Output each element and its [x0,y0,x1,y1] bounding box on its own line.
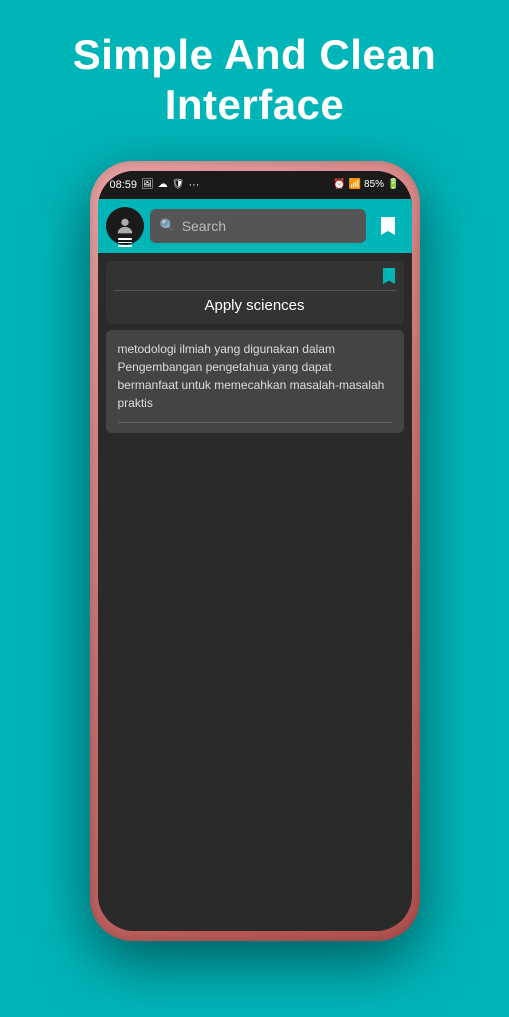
bookmark-button[interactable] [372,210,404,242]
bookmark-row [106,267,404,290]
signal-icon: 📶 [349,179,361,190]
search-box[interactable]: 🔍 Search [150,209,366,243]
description-text: metodologi ilmiah yang digunakan dalam P… [118,340,392,412]
person-icon [114,215,136,237]
dots-icon: ··· [188,179,199,191]
description-card: metodologi ilmiah yang digunakan dalam P… [106,330,404,433]
status-left: 08:59 🖼 ☁ 🛡 ··· [110,179,200,191]
image-icon: 🖼 [141,179,154,190]
category-title: Apply sciences [106,297,404,318]
title-line2: Interface [165,81,345,128]
phone-case: 08:59 🖼 ☁ 🛡 ··· ⏰ 📶 85% 🔋 [90,161,420,941]
cloud-icon: ☁ [158,179,168,190]
description-divider [118,422,392,423]
phone-screen: 08:59 🖼 ☁ 🛡 ··· ⏰ 📶 85% 🔋 [98,171,412,931]
search-placeholder-text: Search [182,218,226,234]
status-bar: 08:59 🖼 ☁ 🛡 ··· ⏰ 📶 85% 🔋 [98,171,412,199]
top-nav-bar: 🔍 Search [98,199,412,253]
shield-icon: 🛡 [172,179,185,190]
page-background: Simple And Clean Interface 08:59 🖼 ☁ 🛡 ·… [0,0,509,1017]
category-section: Apply sciences [106,261,404,324]
search-icon: 🔍 [160,218,176,234]
battery-display: 85% [364,179,384,190]
time-display: 08:59 [110,179,138,191]
phone-mockup: 08:59 🖼 ☁ 🛡 ··· ⏰ 📶 85% 🔋 [0,151,509,941]
content-area: Apply sciences metodologi ilmiah yang di… [98,253,412,931]
title-line1: Simple And Clean [73,31,437,78]
bookmark-teal-icon[interactable] [382,267,396,288]
battery-icon: 🔋 [387,179,399,190]
hamburger-icon [118,238,132,247]
avatar-menu-button[interactable] [106,207,144,245]
title-divider [114,290,396,291]
bookmark-icon [379,215,397,237]
page-title: Simple And Clean Interface [0,0,509,151]
status-right: ⏰ 📶 85% 🔋 [333,179,399,190]
alarm-icon: ⏰ [333,179,345,190]
